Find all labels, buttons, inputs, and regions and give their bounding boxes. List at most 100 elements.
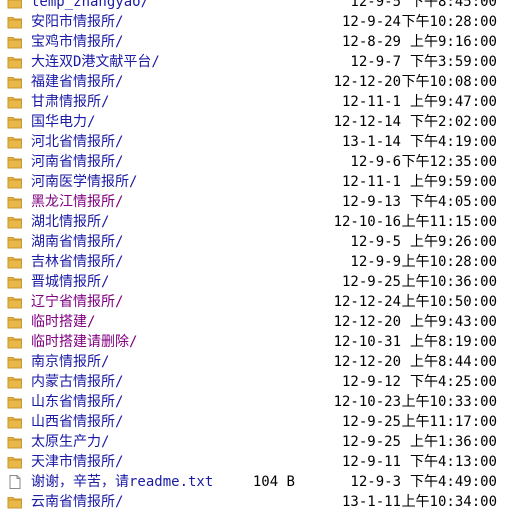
folder-row: 吉林省情报所/12-9-9 上午10:28:00 [0, 252, 523, 272]
modified-date: 12-9-7 [350, 54, 401, 70]
modified-time: 上午9:16:00 [409, 34, 497, 50]
folder-link[interactable]: 甘肃情报所/ [31, 92, 109, 112]
folder-row: 南京情报所/12-12-20 上午8:44:00 [0, 352, 523, 372]
folder-link[interactable]: 吉林省情报所/ [31, 252, 123, 272]
modified-time: 下午4:13:00 [409, 454, 497, 470]
folder-link[interactable]: 湖北情报所/ [31, 212, 109, 232]
modified-date: 12-11-1 [341, 94, 401, 110]
modified-date: 12-9-25 [341, 274, 401, 290]
folder-icon [7, 415, 23, 429]
file-icon [7, 475, 23, 489]
modified-time: 上午9:47:00 [409, 94, 497, 110]
modified-date: 12-12-20 [333, 74, 401, 90]
folder-icon [7, 55, 23, 69]
file-link[interactable]: 谢谢，辛苦，请readme.txt [31, 472, 213, 492]
folder-link[interactable]: 辽宁省情报所/ [31, 292, 123, 312]
folder-row: 临时搭建/12-12-20 上午9:43:00 [0, 312, 523, 332]
modified-date: 13-1-14 [341, 134, 401, 150]
folder-icon [7, 135, 23, 149]
modified-date: 12-12-20 [333, 354, 401, 370]
modified-time: 下午10:28:00 [401, 14, 497, 30]
modified-time: 上午9:59:00 [409, 174, 497, 190]
folder-row: 山西省情报所/12-9-25 上午11:17:00 [0, 412, 523, 432]
folder-row: 甘肃情报所/12-11-1 上午9:47:00 [0, 92, 523, 112]
folder-row: 国华电力/12-12-14 下午2:02:00 [0, 112, 523, 132]
folder-icon [7, 175, 23, 189]
folder-link[interactable]: 晋城情报所/ [31, 272, 109, 292]
folder-icon [7, 195, 23, 209]
folder-icon [7, 0, 23, 9]
modified-date: 12-9-11 [341, 454, 401, 470]
modified-date: 12-12-24 [333, 294, 401, 310]
folder-icon [7, 235, 23, 249]
folder-icon [7, 355, 23, 369]
folder-link[interactable]: 湖南省情报所/ [31, 232, 123, 252]
folder-row: 太原生产力/12-9-25 上午1:36:00 [0, 432, 523, 452]
modified-date: 12-10-31 [333, 334, 401, 350]
folder-row: 晋城情报所/12-9-25 上午10:36:00 [0, 272, 523, 292]
folder-icon [7, 275, 23, 289]
folder-link[interactable]: 国华电力/ [31, 112, 95, 132]
modified-date: 12-10-16 [333, 214, 401, 230]
folder-row: 湖北情报所/12-10-16 上午11:15:00 [0, 212, 523, 232]
modified-time: 下午12:35:00 [401, 154, 497, 170]
folder-row: 辽宁省情报所/12-12-24 上午10:50:00 [0, 292, 523, 312]
folder-link[interactable]: 河南医学情报所/ [31, 172, 137, 192]
folder-link[interactable]: 内蒙古情报所/ [31, 372, 123, 392]
modified-time: 上午10:28:00 [401, 254, 497, 270]
folder-link[interactable]: 河南省情报所/ [31, 152, 123, 172]
folder-link[interactable]: 福建省情报所/ [31, 72, 123, 92]
modified-date: 12-9-25 [341, 414, 401, 430]
modified-time: 上午10:36:00 [401, 274, 497, 290]
folder-icon [7, 295, 23, 309]
modified-date: 12-9-12 [341, 374, 401, 390]
modified-time: 上午10:33:00 [401, 394, 497, 410]
modified-time: 上午11:17:00 [401, 414, 497, 430]
folder-link[interactable]: 山东省情报所/ [31, 392, 123, 412]
folder-link[interactable]: 南京情报所/ [31, 352, 109, 372]
folder-link[interactable]: 黑龙江情报所/ [31, 192, 123, 212]
folder-row: 河南医学情报所/12-11-1 上午9:59:00 [0, 172, 523, 192]
folder-link[interactable]: 天津市情报所/ [31, 452, 123, 472]
folder-link[interactable]: 安阳市情报所/ [31, 12, 123, 32]
modified-date: 12-9-6 [350, 154, 401, 170]
modified-date: 12-8-29 [341, 34, 401, 50]
folder-link[interactable]: 临时搭建请删除/ [31, 332, 137, 352]
folder-link[interactable]: 大连双D港文献平台/ [31, 52, 160, 72]
folder-link[interactable]: 山西省情报所/ [31, 412, 123, 432]
folder-link[interactable]: 宝鸡市情报所/ [31, 32, 123, 52]
modified-time: 上午1:36:00 [409, 434, 497, 450]
folder-link[interactable]: temp_zhangyao/ [31, 0, 149, 12]
folder-icon [7, 495, 23, 509]
modified-time: 上午8:19:00 [409, 334, 497, 350]
modified-time: 下午4:49:00 [409, 474, 497, 490]
modified-date: 12-12-20 [333, 314, 401, 330]
folder-icon [7, 395, 23, 409]
folder-icon [7, 95, 23, 109]
folder-row: 安阳市情报所/12-9-24 下午10:28:00 [0, 12, 523, 32]
modified-time: 下午10:08:00 [401, 74, 497, 90]
folder-row: temp_zhangyao/12-9-5 下午8:45:00 [0, 0, 523, 12]
folder-link[interactable]: 太原生产力/ [31, 432, 109, 452]
folder-row: 大连双D港文献平台/12-9-7 下午3:59:00 [0, 52, 523, 72]
folder-icon [7, 455, 23, 469]
folder-row: 宝鸡市情报所/12-8-29 上午9:16:00 [0, 32, 523, 52]
folder-icon [7, 375, 23, 389]
folder-icon [7, 35, 23, 49]
modified-date: 12-11-1 [341, 174, 401, 190]
file-row: 谢谢，辛苦，请readme.txt 104 B 12-9-3 下午4:49:00 [0, 472, 523, 492]
folder-icon [7, 335, 23, 349]
folder-link[interactable]: 河北省情报所/ [31, 132, 123, 152]
modified-time: 上午9:26:00 [409, 234, 497, 250]
modified-time: 上午9:43:00 [409, 314, 497, 330]
modified-date: 12-12-14 [333, 114, 401, 130]
folder-row: 云南省情报所/13-1-11 上午10:34:00 [0, 492, 523, 512]
modified-time: 上午11:15:00 [401, 214, 497, 230]
folder-row: 河北省情报所/13-1-14 下午4:19:00 [0, 132, 523, 152]
modified-time: 下午3:59:00 [409, 54, 497, 70]
modified-date: 12-9-3 [350, 474, 401, 490]
folder-link[interactable]: 临时搭建/ [31, 312, 95, 332]
folder-icon [7, 435, 23, 449]
modified-date: 12-9-13 [341, 194, 401, 210]
folder-link[interactable]: 云南省情报所/ [31, 492, 123, 512]
